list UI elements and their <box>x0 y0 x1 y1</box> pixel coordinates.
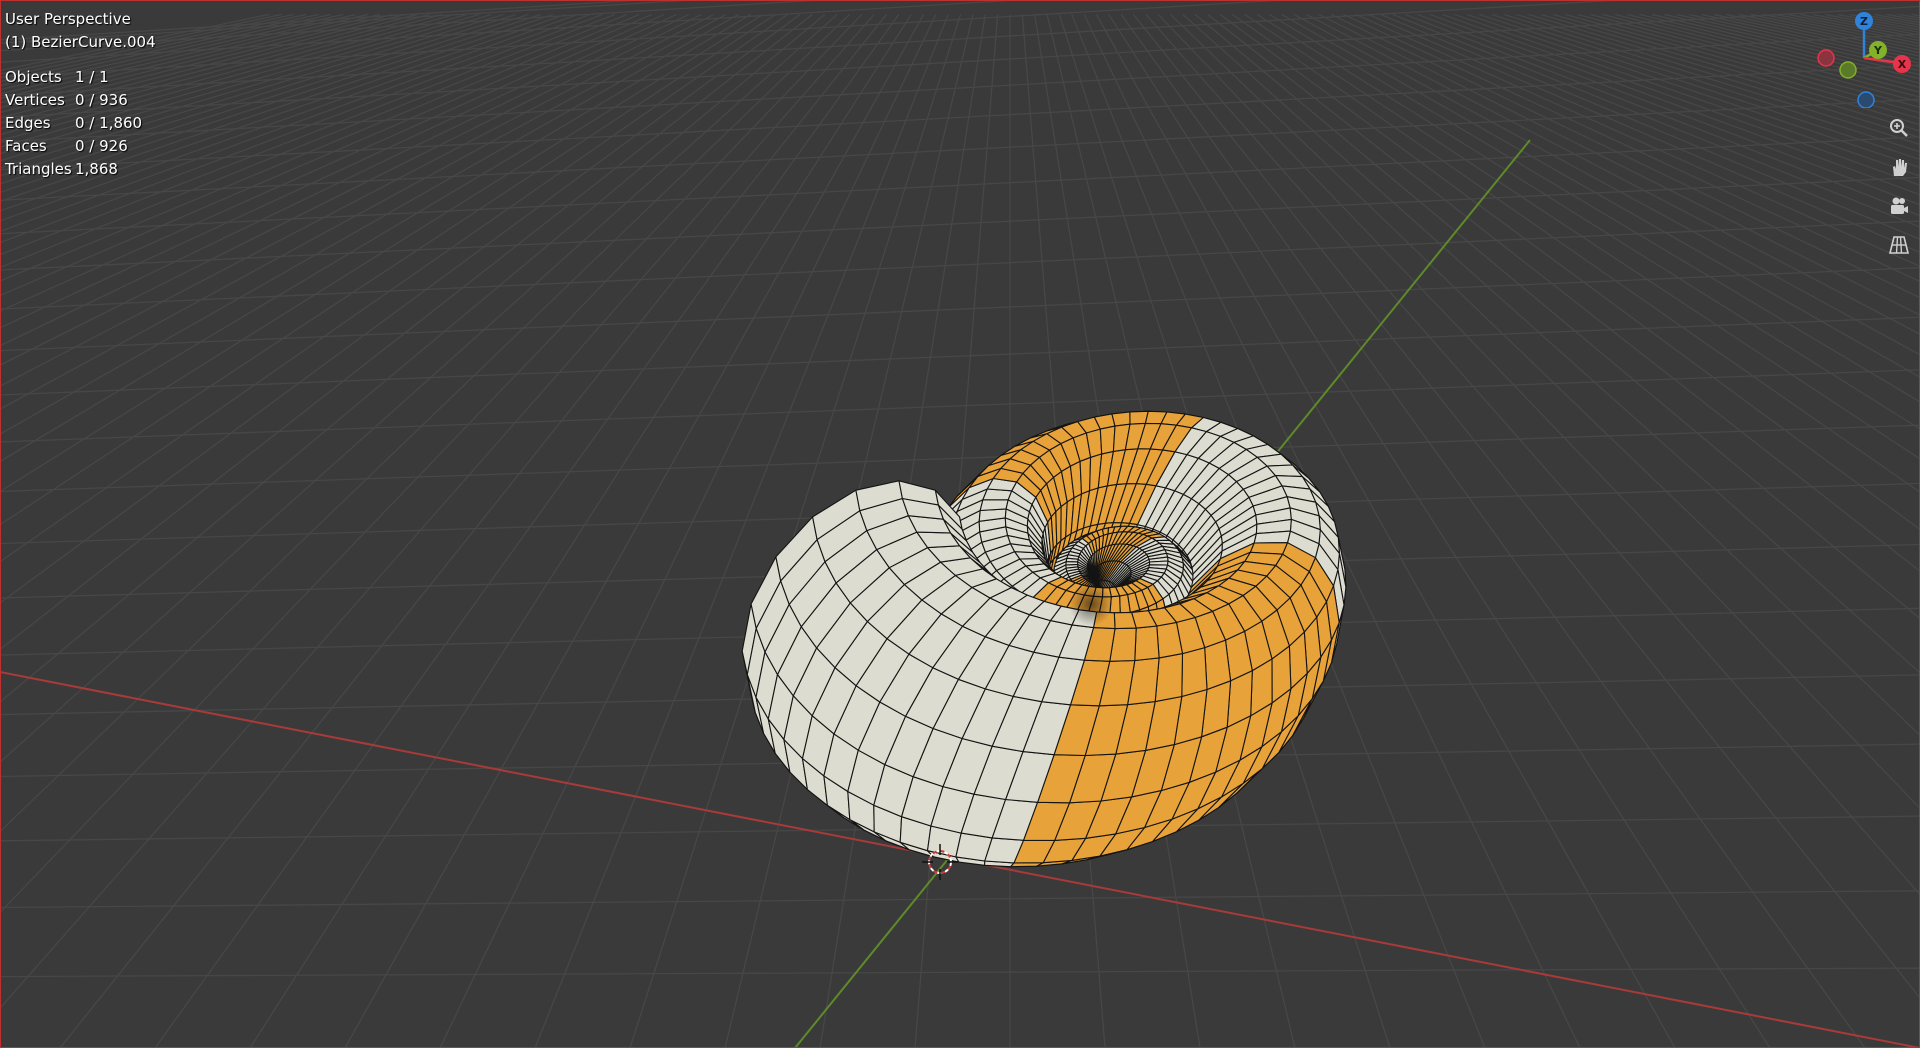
camera-icon <box>1891 197 1908 214</box>
3d-viewport[interactable]: User Perspective (1) BezierCurve.004 Obj… <box>0 0 1920 1048</box>
stat-row-triangles: Triangles 1,868 <box>5 158 156 181</box>
gizmo-x-label: X <box>1898 58 1907 71</box>
stat-row-objects: Objects 1 / 1 <box>5 66 156 89</box>
viewport-overlay-stats: User Perspective (1) BezierCurve.004 Obj… <box>5 8 156 181</box>
navigation-gizmo[interactable]: Z Y X <box>1808 8 1918 108</box>
gizmo-neg-y-icon[interactable] <box>1839 61 1857 79</box>
active-object-label: (1) BezierCurve.004 <box>5 33 156 51</box>
stat-row-faces: Faces 0 / 926 <box>5 135 156 158</box>
gizmo-z-label: Z <box>1860 15 1868 28</box>
stat-label: Triangles <box>5 160 72 178</box>
camera-view-button[interactable] <box>1885 192 1913 220</box>
grid-icon <box>1888 236 1910 254</box>
stat-row-vertices: Vertices 0 / 936 <box>5 89 156 112</box>
view-label: User Perspective <box>5 10 131 28</box>
stat-value: 0 / 926 <box>75 137 128 155</box>
viewport-canvas[interactable] <box>0 0 1920 1048</box>
zoom-icon <box>1890 119 1908 137</box>
perspective-toggle-button[interactable] <box>1885 231 1913 259</box>
stat-label: Edges <box>5 114 51 132</box>
zoom-button[interactable] <box>1885 114 1913 142</box>
stat-label: Vertices <box>5 91 65 109</box>
stat-label: Objects <box>5 68 62 86</box>
stat-value: 0 / 936 <box>75 91 128 109</box>
stat-label: Faces <box>5 137 47 155</box>
stat-value: 0 / 1,860 <box>75 114 143 132</box>
hand-pan-icon <box>1893 159 1907 176</box>
pan-button[interactable] <box>1885 153 1913 181</box>
gizmo-neg-x-icon[interactable] <box>1817 49 1835 67</box>
stat-value: 1 / 1 <box>75 68 109 86</box>
stat-row-edges: Edges 0 / 1,860 <box>5 112 156 135</box>
gizmo-y-label: Y <box>1873 44 1883 57</box>
stat-value: 1,868 <box>75 160 118 178</box>
gizmo-neg-z-icon[interactable] <box>1857 91 1875 108</box>
